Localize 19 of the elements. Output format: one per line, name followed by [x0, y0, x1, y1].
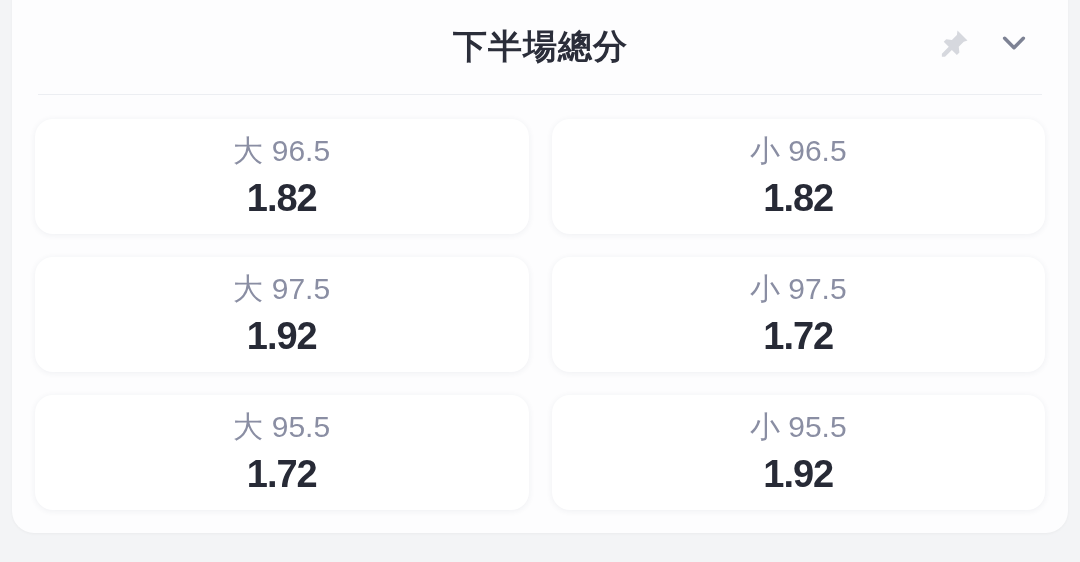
- line-label: 大 95.5: [233, 408, 331, 445]
- odds-value: 1.82: [246, 175, 317, 221]
- line-label: 大 97.5: [233, 270, 331, 307]
- line-label: 小 95.5: [749, 408, 847, 445]
- odds-option[interactable]: 大 97.5 1.92: [35, 257, 529, 372]
- odds-option[interactable]: 小 95.5 1.92: [551, 395, 1045, 510]
- odds-option[interactable]: 小 97.5 1.72: [551, 257, 1045, 372]
- line-label: 小 97.5: [749, 270, 847, 307]
- odds-value: 1.92: [246, 313, 317, 359]
- odds-value: 1.82: [763, 175, 834, 221]
- odds-option[interactable]: 小 96.5 1.82: [551, 119, 1045, 234]
- odds-value: 1.72: [246, 451, 317, 497]
- odds-option[interactable]: 大 96.5 1.82: [35, 119, 529, 234]
- odds-option[interactable]: 大 95.5 1.72: [35, 395, 529, 510]
- odds-value: 1.72: [763, 313, 834, 359]
- line-label: 小 96.5: [749, 132, 847, 169]
- odds-value: 1.92: [763, 451, 834, 497]
- line-label: 大 96.5: [233, 132, 331, 169]
- market-title: 下半場總分: [452, 26, 628, 67]
